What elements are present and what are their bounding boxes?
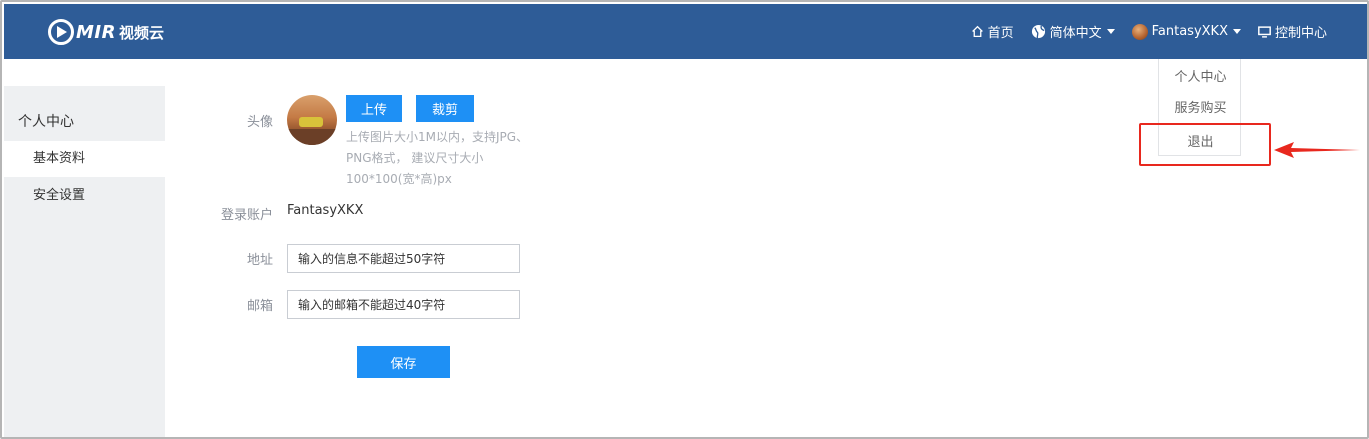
menu-item-service-purchase[interactable]: 服务购买 [1159, 97, 1242, 116]
profile-avatar [287, 95, 337, 145]
sidebar: 个人中心 基本资料 安全设置 [4, 86, 165, 437]
username-label: FantasyXKX [1151, 24, 1228, 39]
logo-subtitle: 视频云 [118, 23, 164, 42]
save-button[interactable]: 保存 [357, 346, 450, 378]
brand-logo[interactable]: MIR 视频云 [48, 19, 164, 45]
account-field-label: 登录账户 [220, 208, 273, 223]
sidebar-item-security[interactable]: 安全设置 [4, 178, 165, 214]
sidebar-item-label: 安全设置 [33, 188, 86, 203]
annotation-arrow-icon [1274, 142, 1360, 158]
nav-home[interactable]: 首页 [971, 22, 1014, 41]
account-value: FantasyXKX [287, 203, 364, 218]
top-navbar: MIR 视频云 首页 简体中文 FantasyXKX 控制中心 [4, 4, 1367, 59]
avatar [1131, 23, 1148, 40]
globe-icon [1031, 24, 1045, 39]
avatar-field-label: 头像 [246, 115, 273, 130]
nav-console[interactable]: 控制中心 [1258, 22, 1327, 41]
sidebar-item-label: 基本资料 [33, 151, 86, 166]
annotation-highlight-box [1139, 123, 1271, 166]
email-input[interactable] [287, 290, 520, 319]
chevron-down-icon [1106, 29, 1115, 34]
home-icon [971, 25, 983, 38]
monitor-icon [1258, 25, 1271, 38]
email-field-label: 邮箱 [246, 299, 273, 314]
nav-home-label: 首页 [987, 26, 1014, 41]
language-selector[interactable]: 简体中文 [1031, 22, 1115, 41]
sidebar-title: 个人中心 [18, 114, 74, 130]
user-menu-toggle[interactable]: FantasyXKX [1131, 23, 1241, 40]
menu-item-personal-center[interactable]: 个人中心 [1159, 66, 1242, 85]
chevron-down-icon [1232, 29, 1241, 34]
address-input[interactable] [287, 244, 520, 273]
logo-text: MIR [76, 21, 116, 43]
nav-links: 首页 简体中文 FantasyXKX 控制中心 [954, 4, 1327, 59]
upload-button[interactable]: 上传 [346, 95, 402, 122]
play-logo-icon [48, 19, 74, 45]
app-window: MIR 视频云 首页 简体中文 FantasyXKX 控制中心 个人中心 基本资… [0, 0, 1369, 439]
sidebar-item-basic-info[interactable]: 基本资料 [4, 141, 165, 177]
address-field-label: 地址 [246, 253, 273, 268]
console-label: 控制中心 [1274, 26, 1327, 41]
crop-button[interactable]: 裁剪 [416, 95, 474, 122]
language-label: 简体中文 [1049, 26, 1102, 41]
upload-hint: 上传图片大小1M以内，支持JPG、PNG格式， 建议尺寸大小100*100(宽*… [346, 130, 529, 186]
